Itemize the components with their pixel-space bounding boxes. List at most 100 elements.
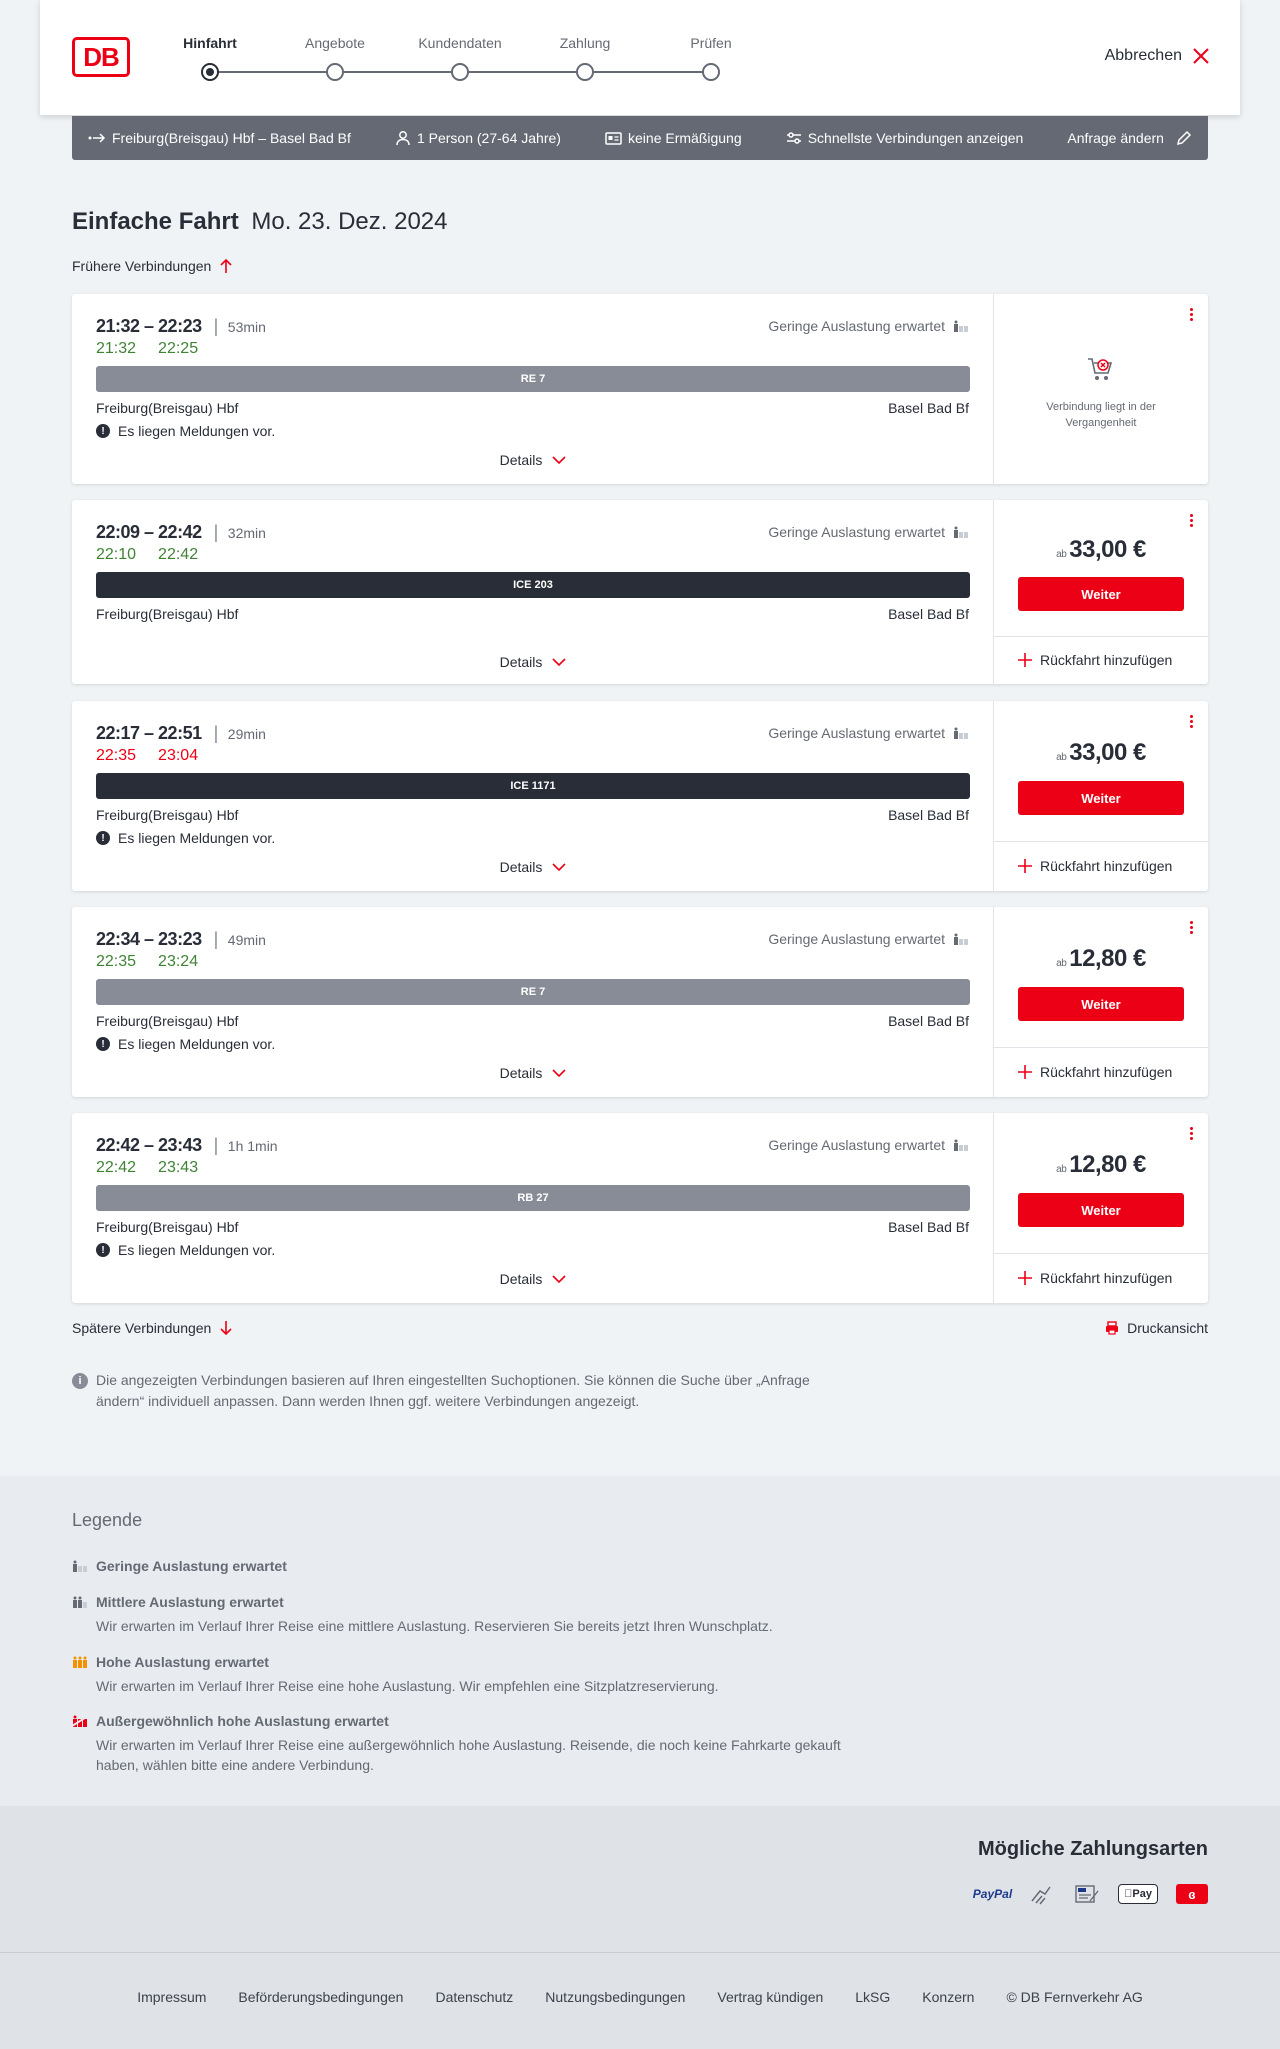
details-toggle[interactable]: Details [72,452,994,468]
planned-times: 22:34 – 23:23 [96,929,202,949]
train-bar[interactable]: RE 7 [96,979,970,1005]
price-value: 33,00 € [1069,739,1146,766]
realtime-departure: 22:35 [96,747,137,764]
later-connections-link[interactable]: Spätere Verbindungen [72,1320,233,1336]
pencil-icon [1176,130,1192,146]
train-bar[interactable]: RE 7 [96,366,970,392]
exclamation-icon: ! [96,424,110,438]
weiter-button[interactable]: Weiter [1018,577,1184,611]
route-text: Freiburg(Breisgau) Hbf – Basel Bad Bf [112,130,351,146]
print-view-link[interactable]: Druckansicht [1105,1320,1208,1336]
step-angebote: Angebote [305,35,365,51]
duration: 32min [227,524,266,541]
occupancy-low-icon [73,1560,87,1572]
destination-station: Basel Bad Bf [888,1219,969,1235]
occupancy-medium-icon [73,1596,87,1608]
train-bar[interactable]: RB 27 [96,1185,970,1211]
add-return-button[interactable]: Rückfahrt hinzufügen [1018,652,1172,668]
fastest-text: Schnellste Verbindungen anzeigen [807,130,1024,146]
db-logo[interactable]: DB [72,37,130,77]
details-toggle[interactable]: Details [72,654,994,670]
message-notice[interactable]: ! Es liegen Meldungen vor. [96,423,275,439]
price: ab 12,80 € [994,1151,1208,1179]
message-notice[interactable]: ! Es liegen Meldungen vor. [96,1036,275,1052]
weiter-button[interactable]: Weiter [1018,781,1184,815]
footer-link-lksg[interactable]: LkSG [855,1989,890,2005]
connection-card: 22:42 – 23:43 | 1h 1min 22:42 23:43 Geringe… [72,1113,1208,1303]
origin-station: Freiburg(Breisgau) Hbf [96,606,239,622]
close-icon [1193,48,1209,64]
exclamation-icon: ! [96,1037,110,1051]
footer-link-datenschutz[interactable]: Datenschutz [435,1989,513,2005]
footer-link-vertrag-kuendigen[interactable]: Vertrag kündigen [717,1989,823,2005]
legend-item-high: Hohe Auslastung erwartet Wir erwarten im… [72,1654,856,1696]
more-options-icon[interactable] [1188,514,1194,530]
legend-item-desc: Wir erwarten im Verlauf Ihrer Reise eine… [96,1678,719,1694]
more-options-icon[interactable] [1188,921,1194,937]
origin-station: Freiburg(Breisgau) Hbf [96,400,239,416]
chevron-down-icon [552,456,566,464]
connection-info: 22:42 – 23:43 | 1h 1min 22:42 23:43 Geringe… [72,1113,994,1303]
duration: 29min [227,725,266,742]
route-summary: Freiburg(Breisgau) Hbf – Basel Bad Bf [88,130,351,146]
realtime: 21:32 22:25 [96,340,198,358]
price: ab 33,00 € [994,739,1208,767]
sepa-icon [1074,1883,1100,1905]
add-return-button[interactable]: Rückfahrt hinzufügen [1018,1064,1172,1080]
footer-link-befoerderungsbedingungen[interactable]: Beförderungsbedingungen [238,1989,403,2005]
divider [994,636,1208,637]
fastest-option[interactable]: Schnellste Verbindungen anzeigen [786,130,1024,146]
apple-pay-icon: Pay [1118,1884,1158,1904]
train-bar[interactable]: ICE 203 [96,572,970,598]
persons-summary: 1 Person (27-64 Jahre) [395,130,561,146]
details-toggle[interactable]: Details [72,1271,994,1287]
add-return-button[interactable]: Rückfahrt hinzufügen [1018,1270,1172,1286]
message-notice[interactable]: ! Es liegen Meldungen vor. [96,830,275,846]
origin-station: Freiburg(Breisgau) Hbf [96,807,239,823]
details-label: Details [499,452,543,468]
filter-sliders-icon [786,132,801,144]
occupancy: Geringe Auslastung erwartet [768,725,969,741]
train-bar[interactable]: ICE 1171 [96,773,970,799]
realtime-arrival: 23:04 [158,747,199,764]
message-notice[interactable]: ! Es liegen Meldungen vor. [96,1242,275,1258]
duration: 1h 1min [227,1137,278,1154]
more-options-icon[interactable] [1188,308,1194,324]
later-connections-label: Spätere Verbindungen [72,1320,212,1336]
legend-item-low: Geringe Auslastung erwartet [72,1558,287,1574]
connection-card: 22:09 – 22:42 | 32min 22:10 22:42 Geringe A… [72,500,1208,684]
apple-pay-label: Pay [1132,1888,1152,1900]
cancel-button[interactable]: Abbrechen [1105,47,1210,65]
planned-times: 21:32 – 22:23 [96,316,202,336]
add-return-button[interactable]: Rückfahrt hinzufügen [1018,858,1172,874]
offer-panel: ab 33,00 € Weiter Rückfahrt hinzufügen [994,701,1208,891]
footer-link-nutzungsbedingungen[interactable]: Nutzungsbedingungen [545,1989,685,2005]
footer-link-konzern[interactable]: Konzern [922,1989,974,2005]
footer-link-impressum[interactable]: Impressum [137,1989,206,2005]
add-return-label: Rückfahrt hinzufügen [1040,1064,1173,1080]
price-value: 12,80 € [1069,945,1146,972]
occupancy-extreme-icon [72,1715,88,1727]
destination-station: Basel Bad Bf [888,400,969,416]
message-text: Es liegen Meldungen vor. [118,830,276,846]
planned-times: 22:09 – 22:42 [96,522,202,542]
more-options-icon[interactable] [1188,715,1194,731]
duration: 53min [227,318,266,335]
connection-times: 21:32 – 22:23 | 53min [96,316,266,336]
weiter-button[interactable]: Weiter [1018,1193,1184,1227]
info-text: Die angezeigten Verbindungen basieren au… [96,1372,810,1409]
price-prefix: ab [1056,1164,1067,1175]
connection-card: 22:17 – 22:51 | 29min 22:35 23:04 Geringe A… [72,701,1208,891]
add-return-label: Rückfahrt hinzufügen [1040,652,1173,668]
details-toggle[interactable]: Details [72,859,994,875]
details-toggle[interactable]: Details [72,1065,994,1081]
realtime: 22:42 23:43 [96,1159,198,1177]
connection-info: 22:17 – 22:51 | 29min 22:35 23:04 Geringe A… [72,701,994,891]
offer-panel: ab 33,00 € Weiter Rückfahrt hinzufügen [994,500,1208,684]
step-pruefen: Prüfen [690,35,732,51]
cart-expired-icon [1088,358,1113,380]
change-request-button[interactable]: Anfrage ändern [1067,130,1192,146]
more-options-icon[interactable] [1188,1127,1194,1143]
weiter-button[interactable]: Weiter [1018,987,1184,1021]
earlier-connections-link[interactable]: Frühere Verbindungen [72,258,233,274]
